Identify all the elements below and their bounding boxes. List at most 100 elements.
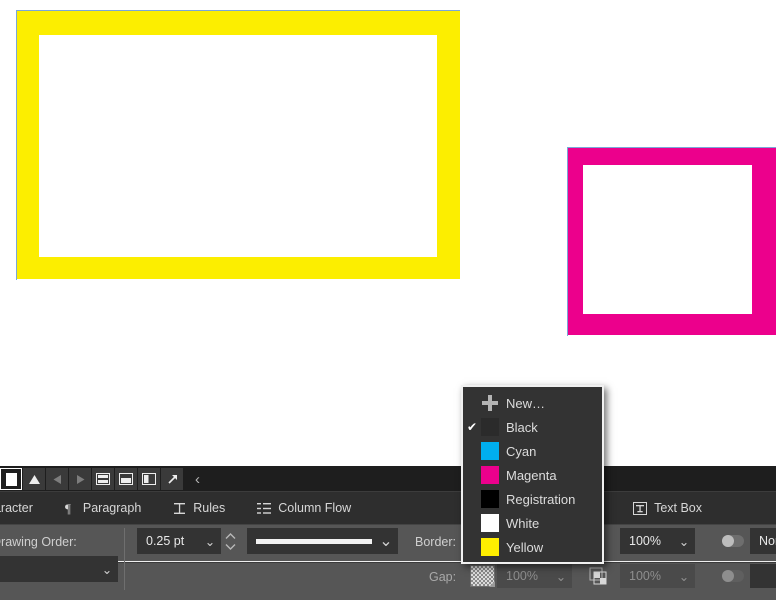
border-opacity-value: 100% <box>629 534 661 548</box>
gap-opacity-select[interactable]: 100% ⌄ <box>497 564 572 588</box>
properties-tab-bar: Character ¶ Paragraph Rules <box>0 492 776 525</box>
tab-column-flow[interactable]: Column Flow <box>241 492 368 524</box>
chevron-down-icon: ⌄ <box>555 569 567 584</box>
control-strip-background <box>142 466 776 492</box>
stroke-style-select[interactable]: ⌄ <box>247 528 398 554</box>
chevron-down-icon: ⌄ <box>379 533 393 550</box>
stroke-style-preview-line <box>256 538 372 544</box>
border-opacity-select[interactable]: 100% ⌄ <box>620 528 695 554</box>
menu-item-new[interactable]: New… <box>463 391 602 415</box>
magenta-frame-inner-area <box>583 165 752 314</box>
color-swatch-magenta <box>481 466 499 484</box>
drawing-order-select[interactable]: ⌄ <box>0 556 118 582</box>
text-box-icon <box>633 501 648 515</box>
menu-item-magenta-label: Magenta <box>506 467 557 483</box>
selection-edge-left <box>567 147 568 336</box>
stroke-width-stepper[interactable] <box>224 529 237 553</box>
gap-color-swatch-button[interactable] <box>470 565 495 587</box>
menu-item-white[interactable]: White <box>463 511 602 535</box>
chevron-down-icon: ⌄ <box>678 569 690 584</box>
tab-rules[interactable]: Rules <box>157 492 242 524</box>
split-vertical-button[interactable] <box>138 468 160 490</box>
menu-item-cyan-label: Cyan <box>506 443 537 459</box>
menu-item-magenta[interactable]: Magenta <box>463 463 602 487</box>
tab-paragraph[interactable]: ¶ Paragraph <box>48 492 158 524</box>
properties-area: Drawing Order: ⌄ 0.25 pt ⌄ ⌄ Border: 100… <box>0 525 776 599</box>
gap-shade-value: 100% <box>629 569 661 583</box>
selection-edge-left <box>16 10 17 280</box>
split-vertical-icon <box>142 473 156 485</box>
selection-edge-top <box>16 10 460 11</box>
color-swatch-registration <box>481 490 499 508</box>
rules-icon <box>173 502 186 515</box>
master-page-button[interactable] <box>23 468 45 490</box>
plus-icon <box>481 394 499 412</box>
tab-text-box[interactable]: Text Box <box>617 492 776 524</box>
chevron-down-icon: ⌄ <box>204 534 216 549</box>
arrow-diagonal-icon <box>167 474 177 484</box>
menu-item-white-label: White <box>506 515 540 531</box>
tab-character-label: Character <box>0 501 33 515</box>
gap-blend-toggle-knob <box>722 570 734 582</box>
yellow-frame-inner-area <box>39 35 437 257</box>
page-selector-button[interactable] <box>0 468 22 490</box>
stroke-width-select[interactable]: 0.25 pt ⌄ <box>137 528 221 554</box>
menu-item-new-label: New… <box>506 395 546 411</box>
color-swatch-yellow <box>481 538 499 556</box>
split-horizontal-button[interactable] <box>92 468 114 490</box>
menu-item-black[interactable]: ✔ Black <box>463 415 602 439</box>
border-blend-mode-select[interactable]: Normal <box>750 528 776 554</box>
gap-blend-toggle[interactable] <box>722 570 744 582</box>
tab-paragraph-label: Paragraph <box>82 501 142 515</box>
tab-rules-label: Rules <box>193 501 226 515</box>
chevron-down-icon: ⌄ <box>101 562 113 577</box>
gap-shade-select[interactable]: 100% ⌄ <box>620 564 695 588</box>
menu-item-yellow[interactable]: Yellow <box>463 535 602 559</box>
triangle-left-icon <box>53 474 61 484</box>
yellow-frame-object[interactable] <box>16 10 460 280</box>
tab-text-box-label: Text Box <box>654 501 702 515</box>
page-nav-group <box>0 468 183 490</box>
menu-item-registration[interactable]: Registration <box>463 487 602 511</box>
check-icon: ✔ <box>466 420 478 434</box>
split-top-icon <box>119 473 133 485</box>
border-label: Border: <box>415 535 456 549</box>
bottom-panel: ‹ Character ¶ Paragraph Rules <box>0 466 776 600</box>
menu-item-black-label: Black <box>506 419 538 435</box>
color-swatch-black <box>481 418 499 436</box>
previous-page-button[interactable] <box>46 468 68 490</box>
properties-vertical-divider <box>124 528 125 590</box>
chevron-down-icon: ⌄ <box>678 534 690 549</box>
border-blend-mode-value: Normal <box>759 534 776 548</box>
stepper-up-icon <box>225 532 236 539</box>
expand-view-button[interactable] <box>161 468 183 490</box>
svg-text:¶: ¶ <box>65 502 71 515</box>
drawing-order-label: Drawing Order: <box>0 535 77 549</box>
collapse-panel-chevron[interactable]: ‹ <box>195 472 200 487</box>
page-icon <box>5 472 17 486</box>
transparency-icon[interactable] <box>589 567 607 590</box>
document-canvas[interactable] <box>0 0 776 466</box>
stepper-down-icon <box>225 543 236 550</box>
menu-item-cyan[interactable]: Cyan <box>463 439 602 463</box>
color-dropdown-menu[interactable]: New… ✔ Black Cyan Magenta Registration W… <box>461 385 604 564</box>
menu-item-registration-label: Registration <box>506 491 576 507</box>
magenta-frame-object[interactable] <box>567 147 776 336</box>
menu-item-yellow-label: Yellow <box>506 539 544 555</box>
border-blend-toggle-knob <box>722 535 734 547</box>
color-swatch-cyan <box>481 442 499 460</box>
gap-blend-mode-select[interactable] <box>750 564 776 588</box>
next-page-button[interactable] <box>69 468 91 490</box>
color-swatch-white <box>481 514 499 532</box>
split-top-button[interactable] <box>115 468 137 490</box>
border-blend-toggle[interactable] <box>722 535 744 547</box>
split-horizontal-icon <box>96 473 110 485</box>
column-flow-icon <box>257 502 272 515</box>
tab-character[interactable]: Character <box>0 492 49 524</box>
gap-opacity-value: 100% <box>506 569 538 583</box>
triangle-right-icon <box>76 474 84 484</box>
stroke-width-value: 0.25 pt <box>146 534 185 548</box>
triangle-up-icon <box>28 474 40 484</box>
page-control-strip: ‹ <box>0 466 776 492</box>
gap-label: Gap: <box>429 570 457 584</box>
